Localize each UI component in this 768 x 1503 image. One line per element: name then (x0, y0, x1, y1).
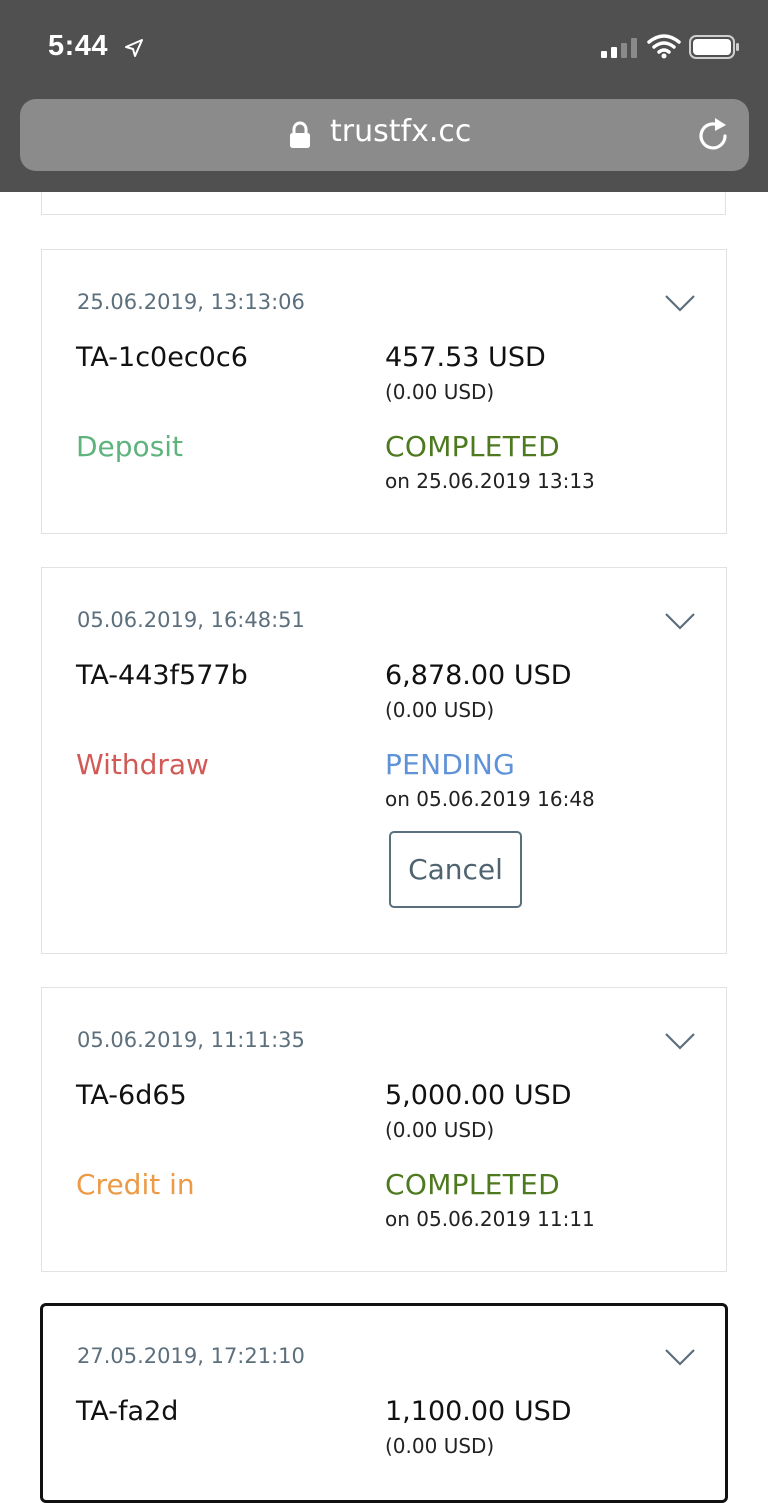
transaction-date: 05.06.2019, 16:48:51 (77, 608, 305, 632)
chevron-down-icon[interactable] (664, 1348, 696, 1366)
reload-icon[interactable] (696, 116, 732, 154)
transaction-amount: 457.53 USD (385, 342, 546, 373)
wifi-icon (647, 34, 681, 59)
chevron-down-icon[interactable] (664, 1032, 696, 1050)
battery-icon (689, 35, 739, 59)
cellular-signal-icon (601, 38, 637, 58)
transaction-id: TA-1c0ec0c6 (76, 342, 248, 373)
transaction-fee: (0.00 USD) (385, 1434, 495, 1458)
transaction-card[interactable]: 05.06.2019, 11:11:35 TA-6d65 5,000.00 US… (41, 987, 727, 1272)
transaction-status-date: on 05.06.2019 11:11 (385, 1207, 595, 1231)
transaction-amount: 1,100.00 USD (385, 1396, 572, 1427)
transaction-status: COMPLETED (385, 1168, 560, 1201)
status-time: 5:44 (48, 30, 109, 62)
transaction-date: 05.06.2019, 11:11:35 (77, 1028, 305, 1052)
transaction-date: 25.06.2019, 13:13:06 (77, 290, 305, 314)
transaction-status-date: on 25.06.2019 13:13 (385, 469, 595, 493)
cancel-button[interactable]: Cancel (389, 831, 522, 908)
transaction-status: PENDING (385, 748, 516, 781)
transaction-card[interactable]: 25.06.2019, 13:13:06 TA-1c0ec0c6 457.53 … (41, 249, 727, 534)
browser-chrome: 5:44 trustfx.cc (0, 0, 768, 192)
location-arrow-icon (125, 39, 143, 57)
url-text[interactable]: trustfx.cc (330, 114, 471, 149)
transaction-card-selected[interactable]: 27.05.2019, 17:21:10 TA-fa2d 1,100.00 US… (40, 1303, 728, 1503)
chevron-down-icon[interactable] (664, 612, 696, 630)
transaction-type: Deposit (76, 430, 184, 463)
lock-icon (290, 121, 310, 148)
transaction-type: Credit in (76, 1168, 195, 1201)
transaction-id: TA-443f577b (76, 660, 248, 691)
transaction-amount: 6,878.00 USD (385, 660, 572, 691)
transaction-card[interactable]: 05.06.2019, 16:48:51 TA-443f577b 6,878.0… (41, 567, 727, 954)
chevron-down-icon[interactable] (664, 294, 696, 312)
transaction-id: TA-6d65 (76, 1080, 187, 1111)
transaction-amount: 5,000.00 USD (385, 1080, 572, 1111)
transaction-fee: (0.00 USD) (385, 380, 495, 404)
transaction-id: TA-fa2d (76, 1396, 179, 1427)
transaction-status-date: on 05.06.2019 16:48 (385, 787, 595, 811)
transaction-fee: (0.00 USD) (385, 1118, 495, 1142)
transaction-fee: (0.00 USD) (385, 698, 495, 722)
transaction-date: 27.05.2019, 17:21:10 (77, 1344, 305, 1368)
transaction-type: Withdraw (76, 748, 209, 781)
transaction-status: COMPLETED (385, 430, 560, 463)
